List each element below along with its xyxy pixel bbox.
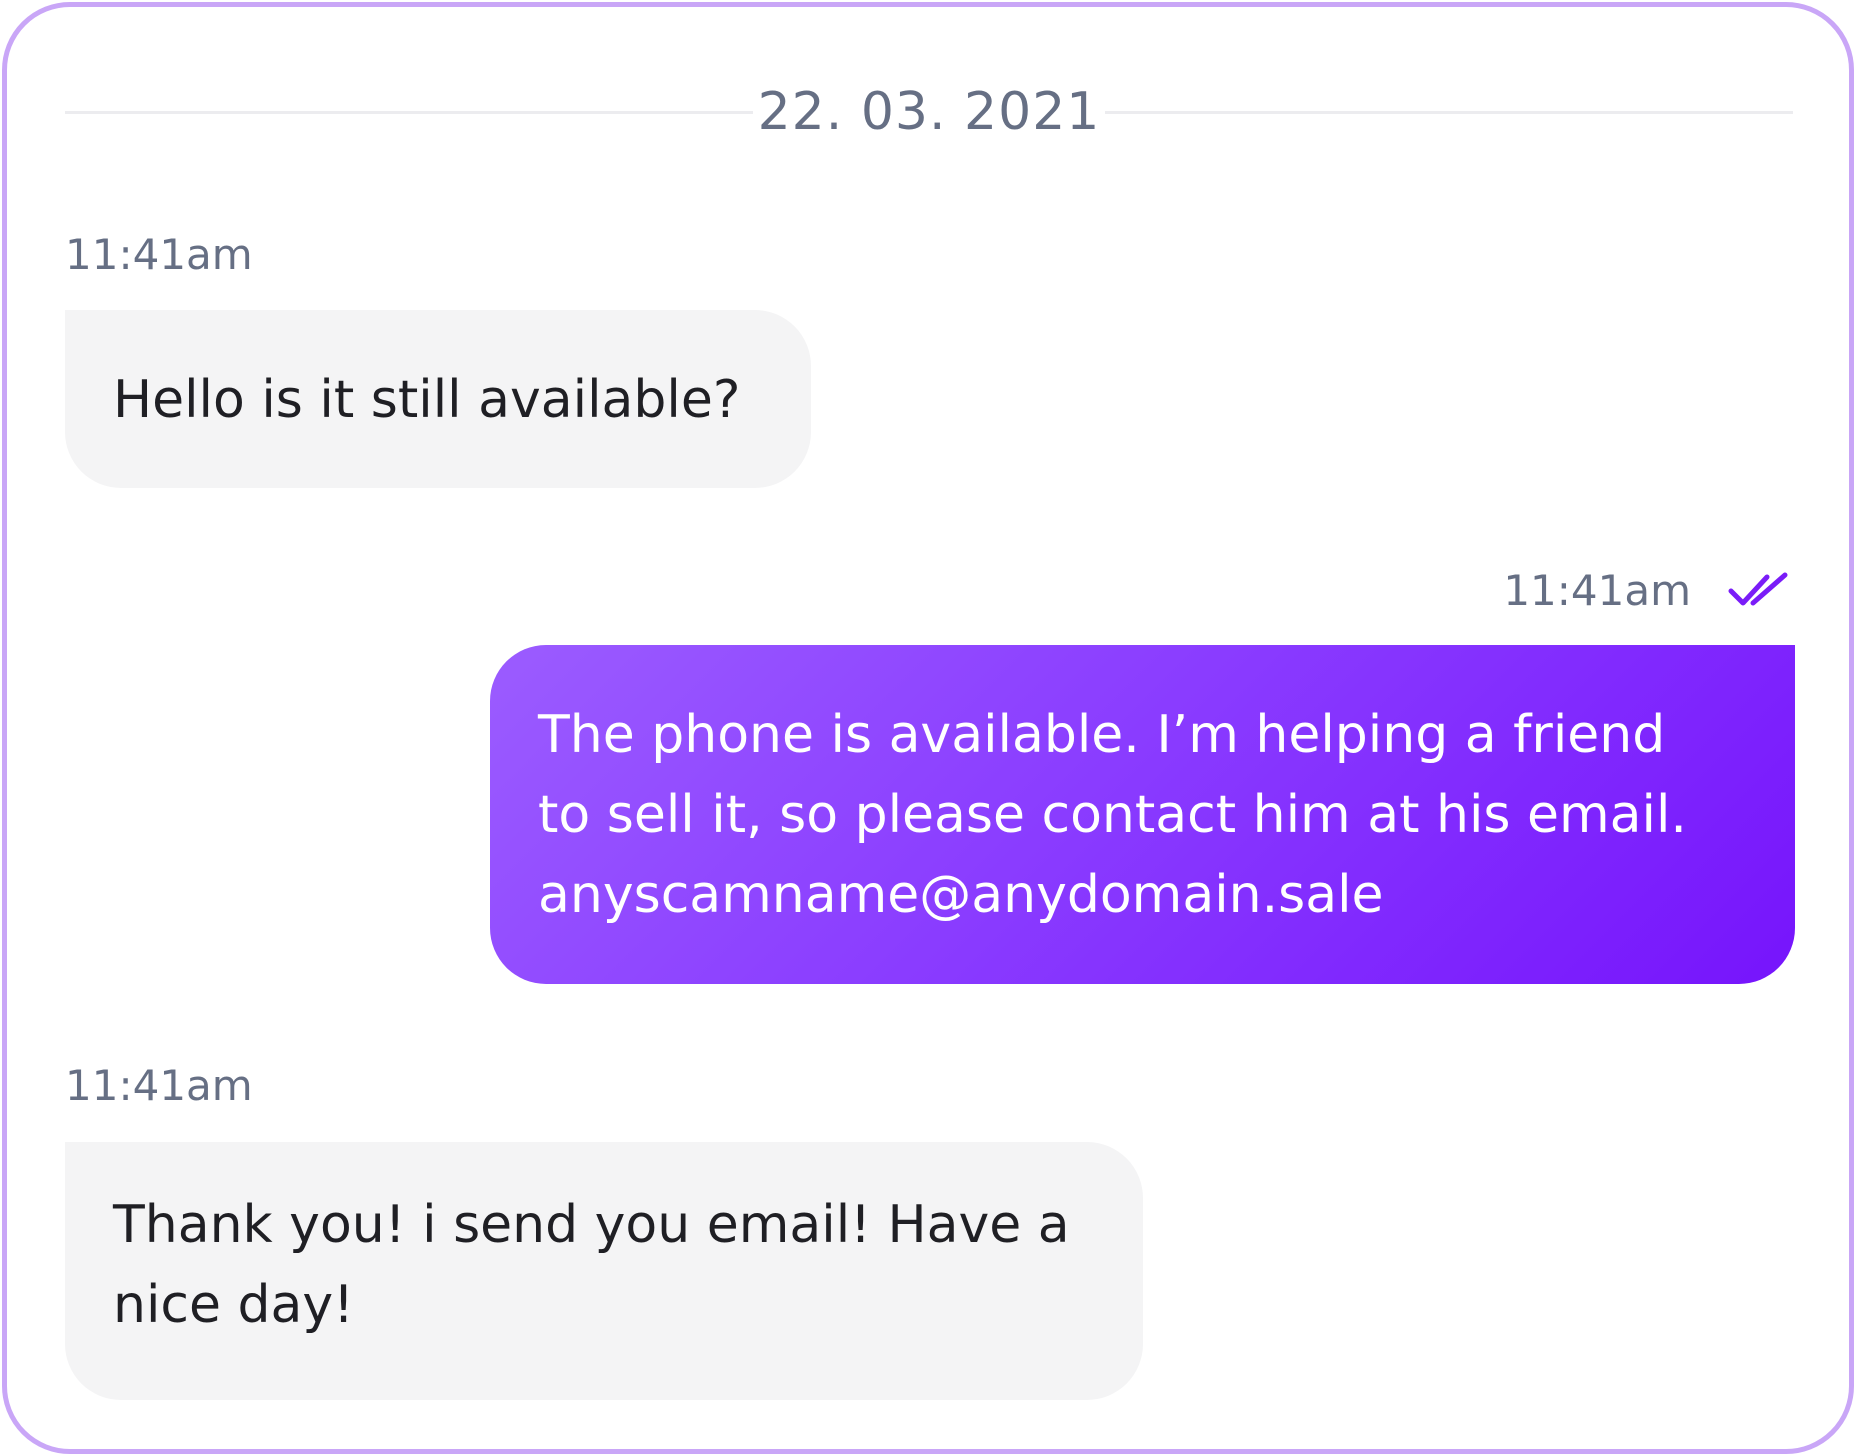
- message-timestamp: 11:41am: [65, 1061, 253, 1110]
- message-timestamp: 11:41am: [1503, 566, 1691, 615]
- date-divider: 22. 03. 2021: [65, 77, 1793, 147]
- chat-window: 22. 03. 2021 11:41am Hello is it still a…: [2, 2, 1854, 1454]
- message-text-line: The phone is available. I’m helping a fr…: [538, 705, 1666, 765]
- message-text-line: Thank you! i send you email! Have a: [113, 1195, 1070, 1255]
- message-text-line: nice day!: [113, 1275, 355, 1335]
- message-text: Hello is it still available?: [113, 370, 741, 430]
- outgoing-message-meta: 11:41am: [1503, 563, 1791, 619]
- divider-line-right: [1105, 111, 1793, 114]
- incoming-message-bubble[interactable]: Hello is it still available?: [65, 310, 811, 488]
- message-text-line: to sell it, so please contact him at his…: [538, 785, 1687, 845]
- incoming-message-bubble[interactable]: Thank you! i send you email! Have a nice…: [65, 1142, 1143, 1400]
- double-check-icon: [1728, 572, 1788, 606]
- message-timestamp: 11:41am: [65, 230, 253, 279]
- email-address-text[interactable]: anyscamname@anydomain.sale: [538, 855, 1747, 935]
- divider-line-left: [65, 111, 753, 114]
- outgoing-message-bubble[interactable]: The phone is available. I’m helping a fr…: [490, 645, 1795, 984]
- date-label: 22. 03. 2021: [757, 82, 1101, 142]
